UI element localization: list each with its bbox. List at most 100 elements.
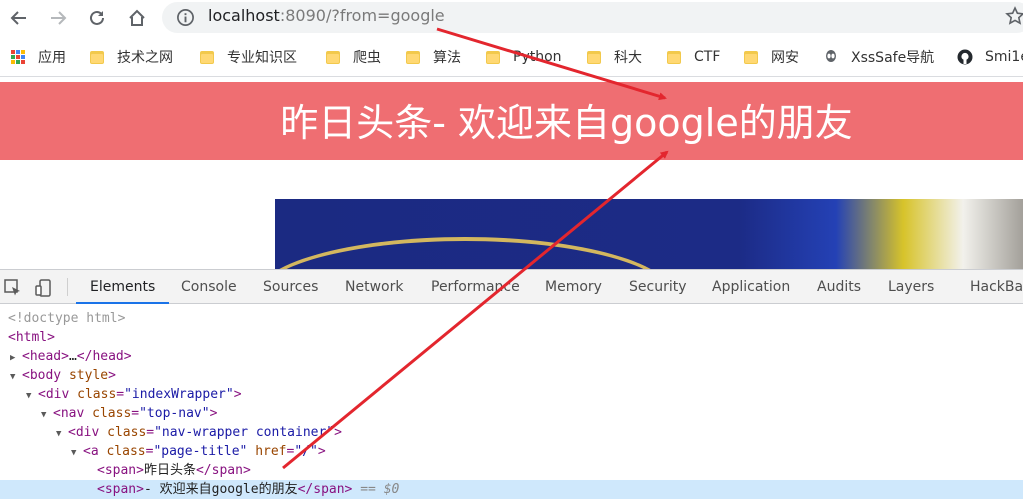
div-tag: <div [38,387,70,402]
attr-value: "page-title" [153,444,248,459]
bookmark-folder[interactable]: 技术之网 [89,37,173,77]
bookmark-folder[interactable]: 算法 [405,37,461,77]
tab-elements[interactable]: Elements [76,270,170,304]
toolbar-divider [67,278,68,296]
url-host: localhost [208,6,280,25]
dom-node-body[interactable]: ▼ <body style> [0,366,1023,385]
bookmark-folder[interactable]: 科大 [586,37,642,77]
span-text: 昨日头条 [143,463,196,478]
forward-button[interactable] [45,5,71,31]
bookmark-folder[interactable]: Python [485,37,562,77]
a-tag: <a [83,444,99,459]
reload-button[interactable] [84,5,110,31]
home-icon [129,9,145,26]
tag-end: > [317,444,326,459]
forward-arrow-icon [51,11,67,25]
doctype-text: <!doctype html> [8,311,126,326]
tab-audits[interactable]: Audits [817,270,861,304]
folder-icon [325,49,341,65]
tab-layers[interactable]: Layers [888,270,934,304]
html-tag: <html> [8,330,55,345]
tab-security[interactable]: Security [629,270,687,304]
folder-icon [89,49,105,65]
devtools-tab-bar: Elements Console Sources Network Perform… [0,270,1023,304]
bookmark-apps[interactable]: 应用 [10,37,66,77]
body-tag: <body [22,368,62,383]
alien-icon [826,50,836,62]
apps-grid-icon [10,49,26,65]
tag-end: > [108,368,116,383]
head-tag: <head> [22,349,69,364]
devtools-panel: Elements Console Sources Network Perform… [0,269,1023,500]
tag-end: > [233,387,242,402]
back-arrow-icon [10,11,26,25]
bookmark-label: Python [513,49,562,65]
tag-end: > [334,425,342,440]
bookmarks-bar: 应用 技术之网 专业知识区 爬虫 算法 Python 科大 CTF 网安 Xss… [0,37,1023,77]
span-tag: <span> [97,463,144,478]
bookmark-folder[interactable]: 爬虫 [325,37,381,77]
dom-node-doctype[interactable]: <!doctype html> [0,309,1023,328]
folder-icon [666,49,682,65]
attr-name: class [92,406,132,421]
dom-node-div-indexwrapper[interactable]: ▼ <div class="indexWrapper"> [0,385,1023,404]
attr-value: "/" [294,444,318,459]
bookmark-label: 爬虫 [353,50,381,66]
tab-network[interactable]: Network [345,270,403,304]
bookmark-xsssafe[interactable]: XssSafe导航 [823,37,934,77]
span-tag: <span> [97,482,144,497]
dom-node-span-2-selected[interactable]: <span>- 欢迎来自google的朋友</span> == $0 [0,480,1023,499]
bookmark-label: 技术之网 [117,50,173,66]
bookmark-folder[interactable]: 专业知识区 [199,37,297,77]
tab-hackbar[interactable]: HackBar [970,270,1023,304]
page-title[interactable]: 昨日头条- 欢迎来自google的朋友 [0,101,1023,145]
tab-console[interactable]: Console [181,270,237,304]
dom-node-nav[interactable]: ▼ <nav class="top-nav"> [0,404,1023,423]
tab-application[interactable]: Application [712,270,790,304]
bookmark-label: Smi1e [985,49,1023,65]
dom-node-html[interactable]: <html> [0,328,1023,347]
dom-node-div-navwrapper[interactable]: ▼ <div class="nav-wrapper container"> [0,423,1023,442]
bookmark-label: 应用 [38,50,66,66]
tab-sources[interactable]: Sources [263,270,318,304]
tab-memory[interactable]: Memory [545,270,602,304]
folder-icon [405,49,421,65]
github-icon [957,49,973,65]
div-tag: <div [68,425,100,440]
dom-node-span-1[interactable]: <span>昨日头条</span> [0,461,1023,480]
folder-icon [586,49,602,65]
head-close-tag: </head> [76,349,132,364]
bookmark-folder[interactable]: 网安 [743,37,799,77]
folder-icon [743,49,759,65]
attr-name: class [107,425,147,440]
dom-node-a-pagetitle[interactable]: ▼ <a class="page-title" href="/"> [0,442,1023,461]
reload-icon [90,10,104,25]
attr-value: "indexWrapper" [124,387,234,402]
span-text: - 欢迎来自google的朋友 [143,482,298,497]
page-banner: 昨日头条- 欢迎来自google的朋友 [0,82,1023,160]
attr-name: class [77,387,117,402]
address-bar[interactable]: localhost:8090/?from=google [162,2,1023,33]
attr-value: "top-nav" [139,406,210,421]
tab-performance[interactable]: Performance [431,270,520,304]
bookmark-star-icon[interactable] [1005,6,1023,26]
info-icon[interactable] [176,8,195,27]
attr-value: "nav-wrapper container" [154,425,335,440]
back-button[interactable] [6,5,32,31]
home-button[interactable] [124,5,150,31]
device-toolbar-icon[interactable] [34,278,54,298]
bookmark-label: 专业知识区 [227,50,297,66]
span-close-tag: </span> [297,482,353,497]
bookmark-folder[interactable]: CTF [666,37,720,77]
dom-node-head[interactable]: ▶ <head>…</head> [0,347,1023,366]
attr-equals: = [116,387,125,402]
attr-equals: = [131,406,140,421]
folder-icon [199,49,215,65]
url-text[interactable]: localhost:8090/?from=google [208,6,445,25]
inspect-element-icon[interactable] [3,278,23,298]
url-rest: :8090/?from=google [279,6,445,25]
bookmark-github[interactable]: Smi1e [957,37,1023,77]
browser-toolbar: localhost:8090/?from=google [0,0,1023,37]
tag-end: > [209,406,218,421]
bookmark-label: 科大 [614,50,642,66]
